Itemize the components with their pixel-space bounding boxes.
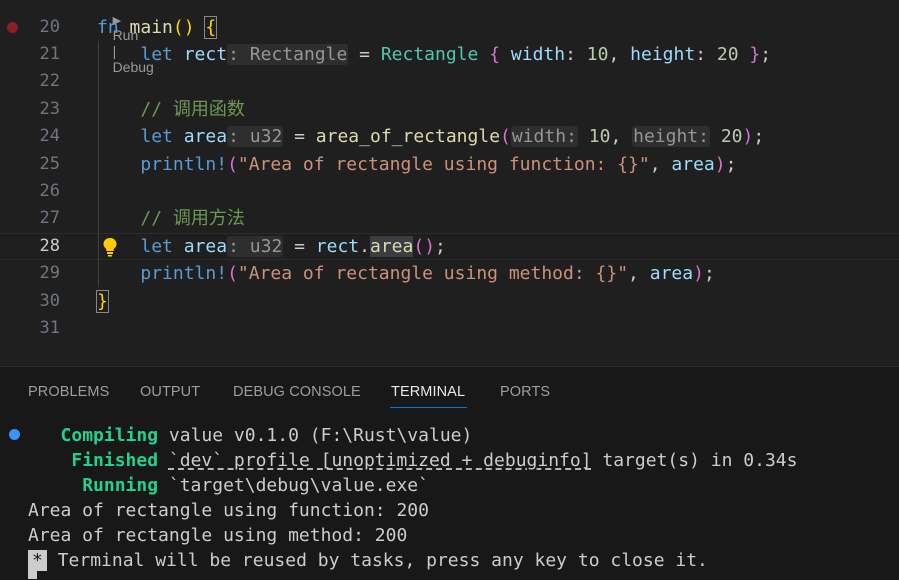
line-number: 21 (39, 44, 60, 64)
active-tab-indicator (390, 407, 467, 408)
terminal-reuse-message: * Terminal will be reused by tasks, pres… (28, 548, 708, 573)
line-number: 22 (39, 71, 60, 91)
line-number: 30 (39, 291, 60, 311)
code-text: println!("Area of rectangle using functi… (140, 154, 737, 175)
line-number: 29 (39, 263, 60, 283)
terminal-line-finished: Finished `dev` profile [unoptimized + de… (71, 450, 798, 471)
code-text: // 调用函数 (140, 99, 245, 120)
tab-output[interactable]: OUTPUT (140, 384, 200, 400)
line-number: 28 (39, 236, 60, 256)
terminal-line-running: Running `target\debug\value.exe` (82, 475, 429, 496)
line-number: 20 (39, 17, 60, 37)
code-line-21[interactable]: 21 let rect: Rectangle = Rectangle { wid… (0, 41, 899, 68)
code-text: fn main() { (97, 16, 218, 39)
tab-problems[interactable]: PROBLEMS (28, 384, 109, 400)
code-line-20[interactable]: 20 fn main() { (0, 14, 899, 41)
terminal-star-badge: * (28, 550, 47, 571)
bottom-panel: PROBLEMS OUTPUT DEBUG CONSOLE TERMINAL P… (0, 366, 899, 580)
code-line-30[interactable]: 30 } (0, 288, 899, 315)
terminal-output-method: Area of rectangle using method: 200 (28, 525, 408, 546)
line-number: 23 (39, 99, 60, 119)
code-text: // 调用方法 (140, 208, 245, 229)
command-status-dot-icon[interactable] (9, 429, 20, 440)
code-text: let rect: Rectangle = Rectangle { width:… (140, 44, 772, 65)
panel-tabs: PROBLEMS OUTPUT DEBUG CONSOLE TERMINAL P… (0, 367, 899, 417)
tab-terminal[interactable]: TERMINAL (391, 384, 465, 400)
code-text: println!("Area of rectangle using method… (140, 263, 715, 284)
line-number: 31 (39, 318, 60, 338)
tab-ports[interactable]: PORTS (500, 384, 550, 400)
code-line-24[interactable]: 24 let area: u32 = area_of_rectangle(wid… (0, 123, 899, 150)
code-line-22[interactable]: 22 (0, 68, 899, 95)
terminal-line-compiling: Compiling value v0.1.0 (F:\Rust\value) (60, 425, 473, 446)
code-line-28[interactable]: 28 let area: u32 = rect.area(); (0, 233, 899, 260)
code-line-23[interactable]: 23 // 调用函数 (0, 96, 899, 123)
code-text: let area: u32 = area_of_rectangle(width:… (140, 126, 765, 147)
line-number: 27 (39, 208, 60, 228)
code-line-26[interactable]: 26 (0, 178, 899, 205)
codelens: ▶ Run | Debug (97, 0, 154, 75)
terminal-cursor (28, 570, 37, 579)
line-number: 26 (39, 181, 60, 201)
line-number: 24 (39, 126, 60, 146)
code-line-31[interactable]: 31 (0, 315, 899, 342)
code-text: } (96, 290, 109, 313)
code-line-25[interactable]: 25 println!("Area of rectangle using fun… (0, 151, 899, 178)
tab-debug-console[interactable]: DEBUG CONSOLE (233, 384, 361, 400)
code-text: let area: u32 = rect.area(); (140, 236, 446, 257)
terminal-output-function: Area of rectangle using function: 200 (28, 500, 429, 521)
line-number: 25 (39, 154, 60, 174)
code-editor[interactable]: ▶ Run | Debug 20 fn main() { 21 let rect… (0, 0, 899, 366)
code-line-29[interactable]: 29 println!("Area of rectangle using met… (0, 260, 899, 287)
code-line-27[interactable]: 27 // 调用方法 (0, 205, 899, 232)
